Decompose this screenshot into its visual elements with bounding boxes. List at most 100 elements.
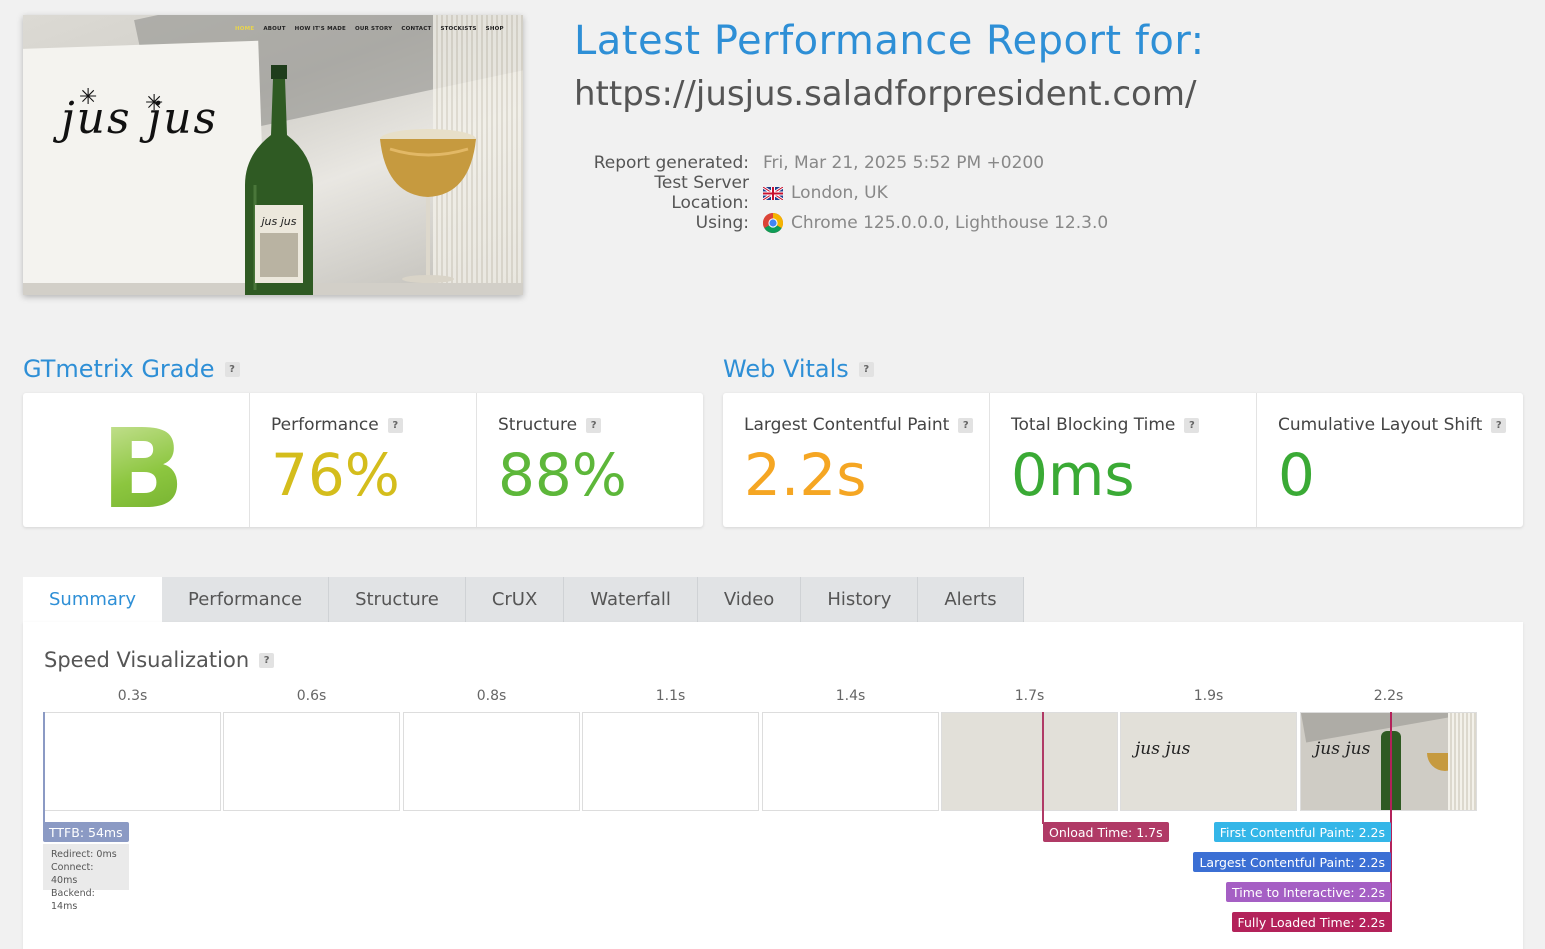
meta-row-using: Using: Chrome 125.0.0.0, Lighthouse 12.3…	[574, 208, 1108, 238]
performance-label: Performance	[271, 415, 379, 435]
grade-title: GTmetrix Grade	[23, 355, 215, 383]
generated-text: Fri, Mar 21, 2025 5:52 PM +0200	[763, 153, 1045, 173]
tab-video[interactable]: Video	[697, 577, 802, 622]
ttfb-marker[interactable]: TTFB: 54ms	[43, 822, 129, 842]
vitals-title: Web Vitals	[723, 355, 849, 383]
glass-image	[380, 129, 476, 283]
screenshot-nav-item: ABOUT	[263, 26, 286, 32]
onload-line	[1042, 712, 1044, 824]
generated-label: Report generated:	[593, 153, 749, 173]
fcp-marker[interactable]: First Contentful Paint: 2.2s	[1213, 822, 1391, 842]
structure-label: Structure	[498, 415, 578, 435]
using-label: Using:	[695, 213, 749, 233]
tab-waterfall[interactable]: Waterfall	[564, 577, 698, 622]
filmstrip-frame[interactable]	[762, 712, 939, 811]
tti-marker[interactable]: Time to Interactive: 2.2s	[1226, 882, 1391, 902]
location-text: London, UK	[791, 183, 888, 203]
filmstrip-frame[interactable]	[403, 712, 580, 811]
grade-help-icon[interactable]: ?	[224, 361, 240, 377]
screenshot-nav-item: OUR STORY	[354, 26, 393, 32]
ttfb-connect: Connect: 40ms	[51, 862, 94, 886]
lcp-value: 2.2s	[744, 441, 867, 509]
fully-loaded-marker[interactable]: Fully Loaded Time: 2.2s	[1231, 912, 1391, 932]
chrome-icon	[763, 213, 783, 233]
tab-alerts[interactable]: Alerts	[918, 577, 1024, 622]
frame-time: 0.8s	[476, 688, 507, 704]
cls-value: 0	[1278, 441, 1315, 509]
generated-value: Fri, Mar 21, 2025 5:52 PM +0200	[763, 153, 1044, 173]
cls-label-row: Cumulative Layout Shift ?	[1278, 415, 1507, 435]
tab-history[interactable]: History	[801, 577, 919, 622]
performance-value: 76%	[271, 441, 400, 509]
onload-marker[interactable]: Onload Time: 1.7s	[1043, 822, 1169, 842]
report-meta: Report generated: Fri, Mar 21, 2025 5:52…	[574, 148, 1108, 238]
performance-label-row: Performance ?	[271, 415, 403, 435]
vitals-card: Largest Contentful Paint ? 2.2s Total Bl…	[723, 393, 1523, 527]
ttfb-line	[43, 712, 45, 824]
lcp-marker[interactable]: Largest Contentful Paint: 2.2s	[1193, 852, 1391, 872]
structure-cell: Structure ? 88%	[477, 393, 703, 527]
screenshot-nav-item: CONTACT	[401, 26, 432, 32]
filmstrip-frame[interactable]: jus jus	[1300, 712, 1477, 811]
frame-time: 1.7s	[1014, 688, 1045, 704]
location-value: London, UK	[763, 183, 888, 203]
using-text: Chrome 125.0.0.0, Lighthouse 12.3.0	[791, 213, 1109, 233]
screenshot-nav-item: HOME	[235, 26, 255, 32]
site-screenshot: HOME ABOUT HOW IT'S MADE OUR STORY CONTA…	[23, 15, 523, 295]
tab-summary[interactable]: Summary	[23, 577, 162, 622]
lcp-cell: Largest Contentful Paint ? 2.2s	[723, 393, 990, 527]
report-title: Latest Performance Report for:	[574, 18, 1205, 64]
lcp-help-icon[interactable]: ?	[958, 417, 974, 433]
vitals-help-icon[interactable]: ?	[858, 361, 874, 377]
cls-cell: Cumulative Layout Shift ? 0	[1257, 393, 1523, 527]
filmstrip-frame[interactable]	[582, 712, 759, 811]
performance-help-icon[interactable]: ?	[387, 417, 403, 433]
screenshot-nav-item: HOW IT'S MADE	[294, 26, 346, 32]
structure-label-row: Structure ?	[498, 415, 602, 435]
report-url[interactable]: https://jusjus.saladforpresident.com/	[574, 74, 1196, 114]
frame-time: 1.1s	[655, 688, 686, 704]
speed-visualization-title-row: Speed Visualization ?	[44, 648, 275, 672]
screenshot-nav-item: STOCKISTS	[440, 26, 477, 32]
frame-curtain	[1448, 713, 1476, 810]
lcp-label: Largest Contentful Paint	[744, 415, 950, 435]
grade-section-title: GTmetrix Grade ?	[23, 355, 240, 383]
frame-logo: jus jus	[1315, 739, 1371, 759]
performance-cell: Performance ? 76%	[250, 393, 477, 527]
tbt-value: 0ms	[1011, 441, 1135, 509]
filmstrip-frame[interactable]: jus jus	[1120, 712, 1297, 811]
cls-label: Cumulative Layout Shift	[1278, 415, 1483, 435]
tbt-cell: Total Blocking Time ? 0ms	[990, 393, 1257, 527]
cls-help-icon[interactable]: ?	[1491, 417, 1507, 433]
structure-help-icon[interactable]: ?	[586, 417, 602, 433]
ttfb-redirect: Redirect: 0ms	[51, 849, 117, 860]
filmstrip-frame[interactable]	[44, 712, 221, 811]
tab-crux[interactable]: CrUX	[465, 577, 565, 622]
summary-panel: Speed Visualization ? 0.3s 0.6s 0.8s 1.1…	[23, 622, 1523, 949]
ttfb-details: Redirect: 0ms Connect: 40ms Backend: 14m…	[43, 844, 129, 912]
frame-time: 2.2s	[1373, 688, 1404, 704]
meta-row-location: Test Server Location: London, UK	[574, 173, 1108, 213]
frame-time: 0.3s	[117, 688, 148, 704]
location-label: Test Server Location:	[654, 173, 749, 213]
tab-structure[interactable]: Structure	[329, 577, 466, 622]
report-tabs: Summary Performance Structure CrUX Water…	[23, 577, 1024, 622]
ttfb-backend: Backend: 14ms	[51, 888, 95, 912]
filmstrip-frame[interactable]	[223, 712, 400, 811]
frame-time: 1.4s	[835, 688, 866, 704]
tbt-help-icon[interactable]: ?	[1184, 417, 1200, 433]
tbt-label-row: Total Blocking Time ?	[1011, 415, 1200, 435]
grade-cell: B	[23, 393, 250, 533]
frame-time: 0.6s	[296, 688, 327, 704]
using-value: Chrome 125.0.0.0, Lighthouse 12.3.0	[763, 213, 1108, 233]
screenshot-logo: jus jus	[61, 93, 219, 144]
structure-value: 88%	[498, 441, 627, 509]
tab-performance[interactable]: Performance	[162, 577, 330, 622]
screenshot-nav-item: SHOP	[485, 26, 504, 32]
frame-logo: jus jus	[1135, 739, 1191, 759]
vitals-section-title: Web Vitals ?	[723, 355, 874, 383]
speed-help-icon[interactable]: ?	[259, 652, 275, 668]
frame-time: 1.9s	[1193, 688, 1224, 704]
tbt-label: Total Blocking Time	[1011, 415, 1176, 435]
filmstrip-frame[interactable]	[941, 712, 1118, 811]
